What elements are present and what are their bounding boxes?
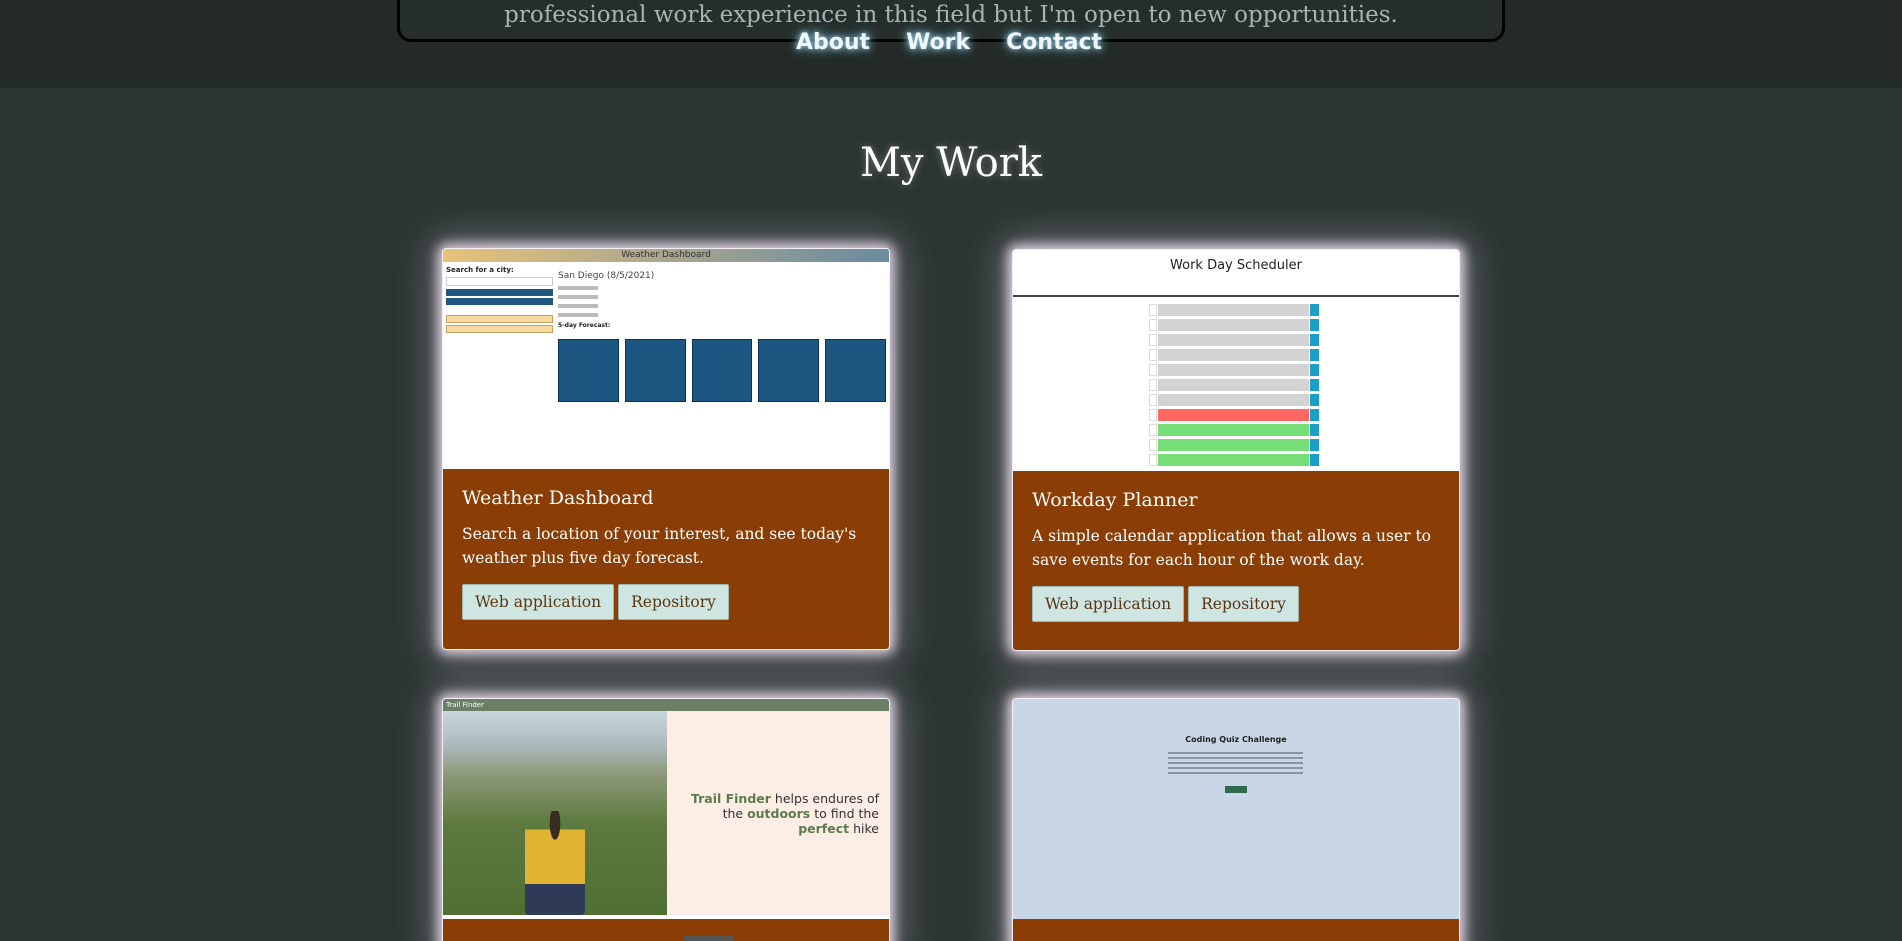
trail-finder-hero: Trail Finder helps endures of the outdoo… — [667, 711, 889, 915]
weather-preview-image[interactable]: Weather Dashboard Search for a city: San… — [443, 249, 889, 469]
project-card-planner: Work Day Scheduler Workday Planner A sim… — [1012, 249, 1460, 651]
card-body: Workday Planner A simple calendar applic… — [1013, 471, 1459, 622]
weather-preview-btn — [446, 289, 553, 296]
coding-quiz-preview-start-button — [1225, 786, 1247, 793]
site-header: professional work experience in this fie… — [0, 0, 1902, 88]
coding-quiz-preview-text — [1168, 749, 1303, 777]
weather-preview-forecast-label: 5-day Forecast: — [558, 322, 611, 329]
weather-preview-city: San Diego (8/5/2021) — [558, 271, 655, 281]
repository-button[interactable]: Repository — [1188, 586, 1299, 622]
planner-preview-title: Work Day Scheduler — [1170, 258, 1302, 273]
web-application-button[interactable]: Web application — [1032, 586, 1185, 622]
project-card-weather: Weather Dashboard Search for a city: San… — [442, 248, 890, 650]
coding-quiz-preview-title: Coding Quiz Challenge — [1185, 735, 1287, 744]
project-card-coding-quiz: Coding Quiz Challenge — [1012, 698, 1460, 941]
card-body: Weather Dashboard Search a location of y… — [443, 469, 889, 620]
project-description: A simple calendar application that allow… — [1032, 527, 1432, 569]
trail-finder-preview-header: Trail Finder — [443, 699, 889, 711]
hiker-figure — [525, 811, 585, 915]
coding-quiz-preview-image[interactable]: Coding Quiz Challenge — [1013, 699, 1459, 919]
weather-preview-forecast — [558, 339, 886, 402]
horizontal-scrollbar[interactable] — [684, 936, 734, 941]
hiker-photo — [443, 711, 667, 915]
coding-quiz-preview: Coding Quiz Challenge — [1013, 699, 1459, 919]
planner-preview-header: Work Day Scheduler — [1013, 250, 1459, 297]
main-nav: About Work Contact — [0, 30, 1902, 55]
weather-preview-input — [446, 277, 553, 286]
project-title: Workday Planner — [1032, 489, 1198, 511]
weather-preview-side-label: Search for a city: — [446, 266, 514, 274]
nav-contact[interactable]: Contact — [1006, 30, 1102, 55]
weather-preview-history — [446, 315, 553, 323]
trail-finder-preview-image[interactable]: Trail Finder Trail Finder helps endures … — [443, 699, 889, 919]
weather-preview-history — [446, 325, 553, 333]
nav-work[interactable]: Work — [906, 30, 970, 55]
weather-preview-header: Weather Dashboard — [443, 249, 889, 262]
project-card-trail-finder: Trail Finder Trail Finder helps endures … — [442, 698, 890, 941]
web-application-button[interactable]: Web application — [462, 584, 615, 620]
bio-text: professional work experience in this fie… — [504, 2, 1398, 28]
weather-preview-sidebar: Search for a city: — [446, 266, 553, 335]
repository-button[interactable]: Repository — [618, 584, 729, 620]
project-title: Weather Dashboard — [462, 487, 654, 509]
nav-about[interactable]: About — [796, 30, 870, 55]
button-row: Web application Repository — [1032, 586, 1440, 622]
weather-preview-btn — [446, 298, 553, 305]
trail-finder-tagline: Trail Finder helps endures of the outdoo… — [690, 791, 879, 836]
section-title: My Work — [859, 140, 1043, 186]
project-description: Search a location of your interest, and … — [462, 525, 857, 567]
planner-preview-image[interactable]: Work Day Scheduler — [1013, 250, 1459, 471]
button-row: Web application Repository — [462, 584, 870, 620]
weather-preview-main: San Diego (8/5/2021) 5-day Forecast: — [558, 271, 887, 329]
